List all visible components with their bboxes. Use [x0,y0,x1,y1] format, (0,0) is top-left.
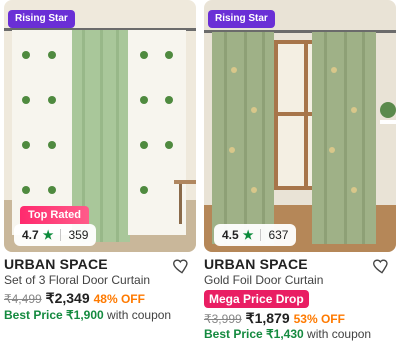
best-price-label: Best Price ₹1,900 [4,308,104,322]
rising-star-badge: Rising Star [208,10,275,28]
mega-price-drop-badge: Mega Price Drop [204,290,309,308]
best-price: Best Price ₹1,430 with coupon [204,327,371,341]
wishlist-heart-icon[interactable] [172,256,192,276]
star-icon: ★ [42,228,54,242]
divider [60,229,62,241]
product-name: Gold Foil Door Curtain [204,273,324,287]
divider [260,229,262,241]
best-price-suffix: with coupon [107,308,172,322]
wishlist-heart-icon[interactable] [372,256,392,276]
product-card[interactable]: Rising Star Top Rated 4.7 ★ 359 URBAN SP… [4,0,196,350]
brand-name: URBAN SPACE [204,256,308,272]
product-image[interactable]: Rising Star 4.5 ★ 637 [204,0,396,252]
best-price: Best Price ₹1,900 with coupon [4,308,171,322]
rating-value: 4.5 [222,228,239,242]
product-card[interactable]: Rising Star 4.5 ★ 637 URBAN SPACE Gold F… [204,0,396,350]
rating-value: 4.7 [22,228,39,242]
rating-chip: 4.7 ★ 359 [14,224,97,246]
price-row: ₹4,499 ₹2,349 48% OFF [4,290,145,307]
rising-star-badge: Rising Star [8,10,75,28]
curtain-image [204,0,396,252]
top-rated-badge: Top Rated [20,206,89,224]
best-price-suffix: with coupon [307,327,372,341]
discount: 53% OFF [293,312,345,326]
mrp: ₹3,999 [204,312,242,326]
product-image[interactable]: Rising Star Top Rated 4.7 ★ 359 [4,0,196,252]
mrp: ₹4,499 [4,292,42,306]
brand-name: URBAN SPACE [4,256,108,272]
rating-chip: 4.5 ★ 637 [214,224,297,246]
selling-price: ₹2,349 [45,290,90,306]
product-name: Set of 3 Floral Door Curtain [4,273,151,287]
star-icon: ★ [242,228,254,242]
review-count: 637 [268,228,289,242]
best-price-label: Best Price ₹1,430 [204,327,304,341]
price-row: ₹3,999 ₹1,879 53% OFF [204,310,345,327]
selling-price: ₹1,879 [245,310,290,326]
review-count: 359 [68,228,89,242]
discount: 48% OFF [93,292,145,306]
